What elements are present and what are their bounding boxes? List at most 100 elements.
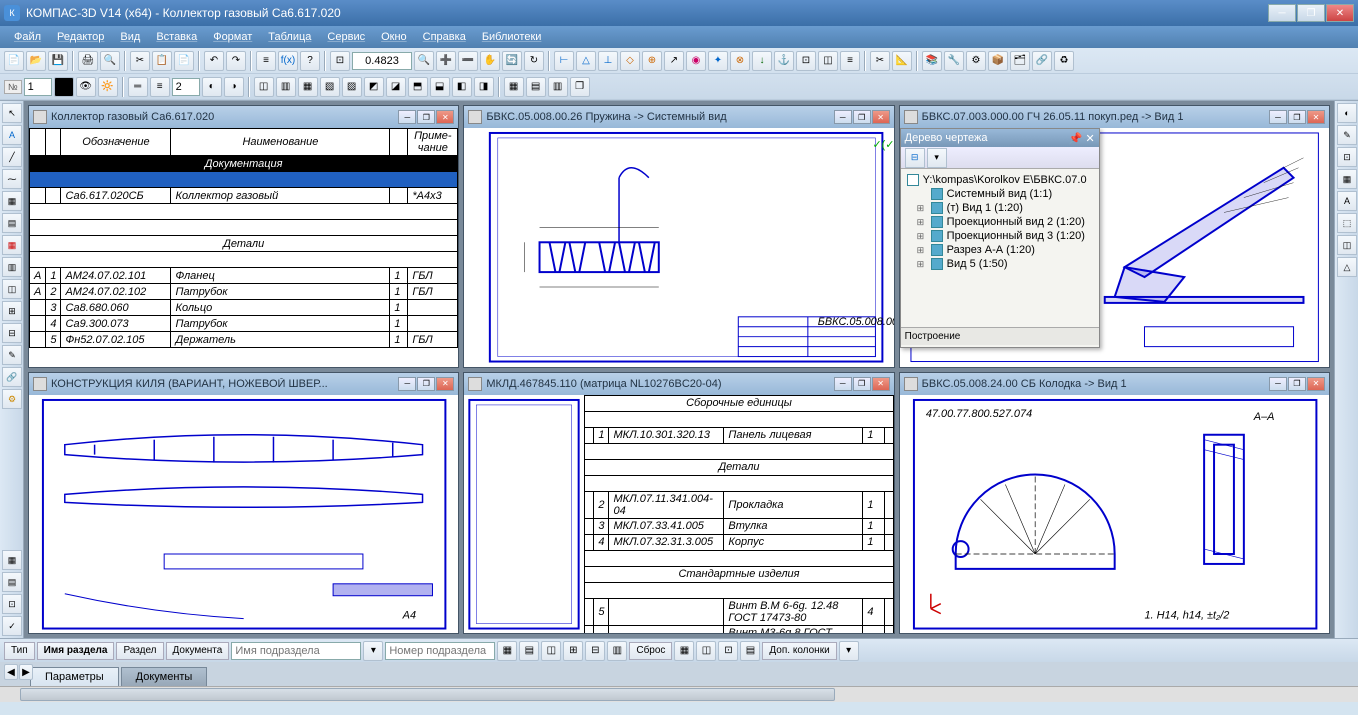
- snap4-button[interactable]: ◇: [620, 51, 640, 71]
- status-j3[interactable]: ⊡: [718, 641, 738, 661]
- lib2-button[interactable]: 🔧: [944, 51, 964, 71]
- close-button[interactable]: ✕: [1326, 4, 1354, 22]
- align5-button[interactable]: ▨: [342, 77, 362, 97]
- docwin-min[interactable]: ─: [1269, 110, 1287, 124]
- align9-button[interactable]: ⬓: [430, 77, 450, 97]
- rtool3[interactable]: ⊡: [1337, 147, 1357, 167]
- scrollbar-thumb[interactable]: [20, 688, 835, 701]
- align8-button[interactable]: ⬒: [408, 77, 428, 97]
- lib5-button[interactable]: 🗂: [1010, 51, 1030, 71]
- status-subsection-name[interactable]: [231, 642, 361, 660]
- minimize-button[interactable]: ─: [1268, 4, 1296, 22]
- linewidth-button[interactable]: ≡: [150, 77, 170, 97]
- pan-button[interactable]: ✋: [480, 51, 500, 71]
- drawing-spring[interactable]: ✓(✓): [464, 128, 893, 367]
- menu-window[interactable]: Окно: [373, 31, 415, 43]
- docwin-min[interactable]: ─: [1269, 377, 1287, 391]
- tool-b3[interactable]: ⊡: [2, 594, 22, 614]
- align10-button[interactable]: ◧: [452, 77, 472, 97]
- docwin-close[interactable]: ✕: [872, 110, 890, 124]
- snap9-button[interactable]: ⊗: [730, 51, 750, 71]
- tree-close[interactable]: ✕: [1085, 133, 1094, 145]
- lib1-button[interactable]: 📚: [922, 51, 942, 71]
- tile1-button[interactable]: ▦: [504, 77, 524, 97]
- docwin-max[interactable]: ❐: [417, 110, 435, 124]
- menu-table[interactable]: Таблица: [260, 31, 319, 43]
- docwin-max[interactable]: ❐: [853, 110, 871, 124]
- cascade-button[interactable]: ❐: [570, 77, 590, 97]
- rotate-button[interactable]: 🔄: [502, 51, 522, 71]
- layer-vis-button[interactable]: 👁: [76, 77, 96, 97]
- snap12-button[interactable]: ⊡: [796, 51, 816, 71]
- tool-spec8[interactable]: ✎: [2, 345, 22, 365]
- tool-spec1[interactable]: ▦: [2, 191, 22, 211]
- rtool1[interactable]: ◐: [1337, 103, 1357, 123]
- docwin-min[interactable]: ─: [398, 110, 416, 124]
- align7-button[interactable]: ◪: [386, 77, 406, 97]
- tree-root[interactable]: Y:\kompas\Korolkov E\БВКС.07.0: [923, 174, 1087, 186]
- preview-button[interactable]: 🔍: [100, 51, 120, 71]
- tool-b1[interactable]: ▦: [2, 550, 22, 570]
- undo-button[interactable]: ↶: [204, 51, 224, 71]
- align4-button[interactable]: ▧: [320, 77, 340, 97]
- menu-file[interactable]: Файл: [6, 31, 49, 43]
- maximize-button[interactable]: ❐: [1297, 4, 1325, 22]
- tree-item[interactable]: Вид 5 (1:50): [947, 258, 1008, 270]
- tab-scroll-right[interactable]: ▶: [19, 664, 33, 680]
- align11-button[interactable]: ◨: [474, 77, 494, 97]
- tree-tb2[interactable]: ▾: [927, 148, 947, 168]
- status-reset[interactable]: Сброс: [629, 642, 672, 660]
- tool-select[interactable]: ↖: [2, 103, 22, 123]
- tree-footer[interactable]: Построение: [901, 327, 1099, 345]
- snap7-button[interactable]: ◉: [686, 51, 706, 71]
- align6-button[interactable]: ◩: [364, 77, 384, 97]
- menu-view[interactable]: Вид: [112, 31, 148, 43]
- new-button[interactable]: 📄: [4, 51, 24, 71]
- snap2-button[interactable]: △: [576, 51, 596, 71]
- docwin-min[interactable]: ─: [834, 377, 852, 391]
- tree-item[interactable]: Системный вид (1:1): [947, 188, 1052, 200]
- menu-service[interactable]: Сервис: [319, 31, 373, 43]
- spec-table[interactable]: ОбозначениеНаименованиеПриме-чание Докум…: [29, 128, 458, 348]
- tool-spec4[interactable]: ▥: [2, 257, 22, 277]
- tile2-button[interactable]: ▤: [526, 77, 546, 97]
- tab-documents[interactable]: Документы: [121, 667, 208, 686]
- tool-line[interactable]: ╱: [2, 147, 22, 167]
- rtool4[interactable]: ▦: [1337, 169, 1357, 189]
- status-dd2[interactable]: ▾: [839, 641, 859, 661]
- menu-editor[interactable]: Редактор: [49, 31, 112, 43]
- status-section[interactable]: Раздел: [116, 642, 163, 660]
- status-i2[interactable]: ▤: [519, 641, 539, 661]
- tool-b2[interactable]: ▤: [2, 572, 22, 592]
- tool-spec5[interactable]: ◫: [2, 279, 22, 299]
- layer-color-button[interactable]: [54, 77, 74, 97]
- docwin-close[interactable]: ✕: [1307, 110, 1325, 124]
- measure1-button[interactable]: ✂: [870, 51, 890, 71]
- status-i6[interactable]: ▥: [607, 641, 627, 661]
- status-i5[interactable]: ⊟: [585, 641, 605, 661]
- snap10-button[interactable]: ↓: [752, 51, 772, 71]
- snap8-button[interactable]: ✦: [708, 51, 728, 71]
- status-extra-cols[interactable]: Доп. колонки: [762, 642, 836, 660]
- status-section-name[interactable]: Имя раздела: [37, 642, 115, 660]
- layer-num-input[interactable]: [24, 78, 52, 96]
- tool-spec3[interactable]: ▦: [2, 235, 22, 255]
- layer-lock-button[interactable]: 🔆: [98, 77, 118, 97]
- no2-input[interactable]: [172, 78, 200, 96]
- docwin-max[interactable]: ❐: [1288, 110, 1306, 124]
- print-button[interactable]: 🖨: [78, 51, 98, 71]
- tool-spec6[interactable]: ⊞: [2, 301, 22, 321]
- tree-pin[interactable]: 📌: [1069, 133, 1083, 145]
- lib3-button[interactable]: ⚙: [966, 51, 986, 71]
- status-document[interactable]: Документа: [166, 642, 230, 660]
- horizontal-scrollbar[interactable]: [0, 686, 1358, 702]
- snap6-button[interactable]: ↗: [664, 51, 684, 71]
- tree-tb1[interactable]: ⊟: [905, 148, 925, 168]
- docwin-min[interactable]: ─: [398, 377, 416, 391]
- docwin-max[interactable]: ❐: [417, 377, 435, 391]
- menu-format[interactable]: Формат: [205, 31, 260, 43]
- redo-button[interactable]: ↷: [226, 51, 246, 71]
- tree-item[interactable]: Проекционный вид 3 (1:20): [947, 230, 1085, 242]
- docwin-max[interactable]: ❐: [1288, 377, 1306, 391]
- docwin-close[interactable]: ✕: [872, 377, 890, 391]
